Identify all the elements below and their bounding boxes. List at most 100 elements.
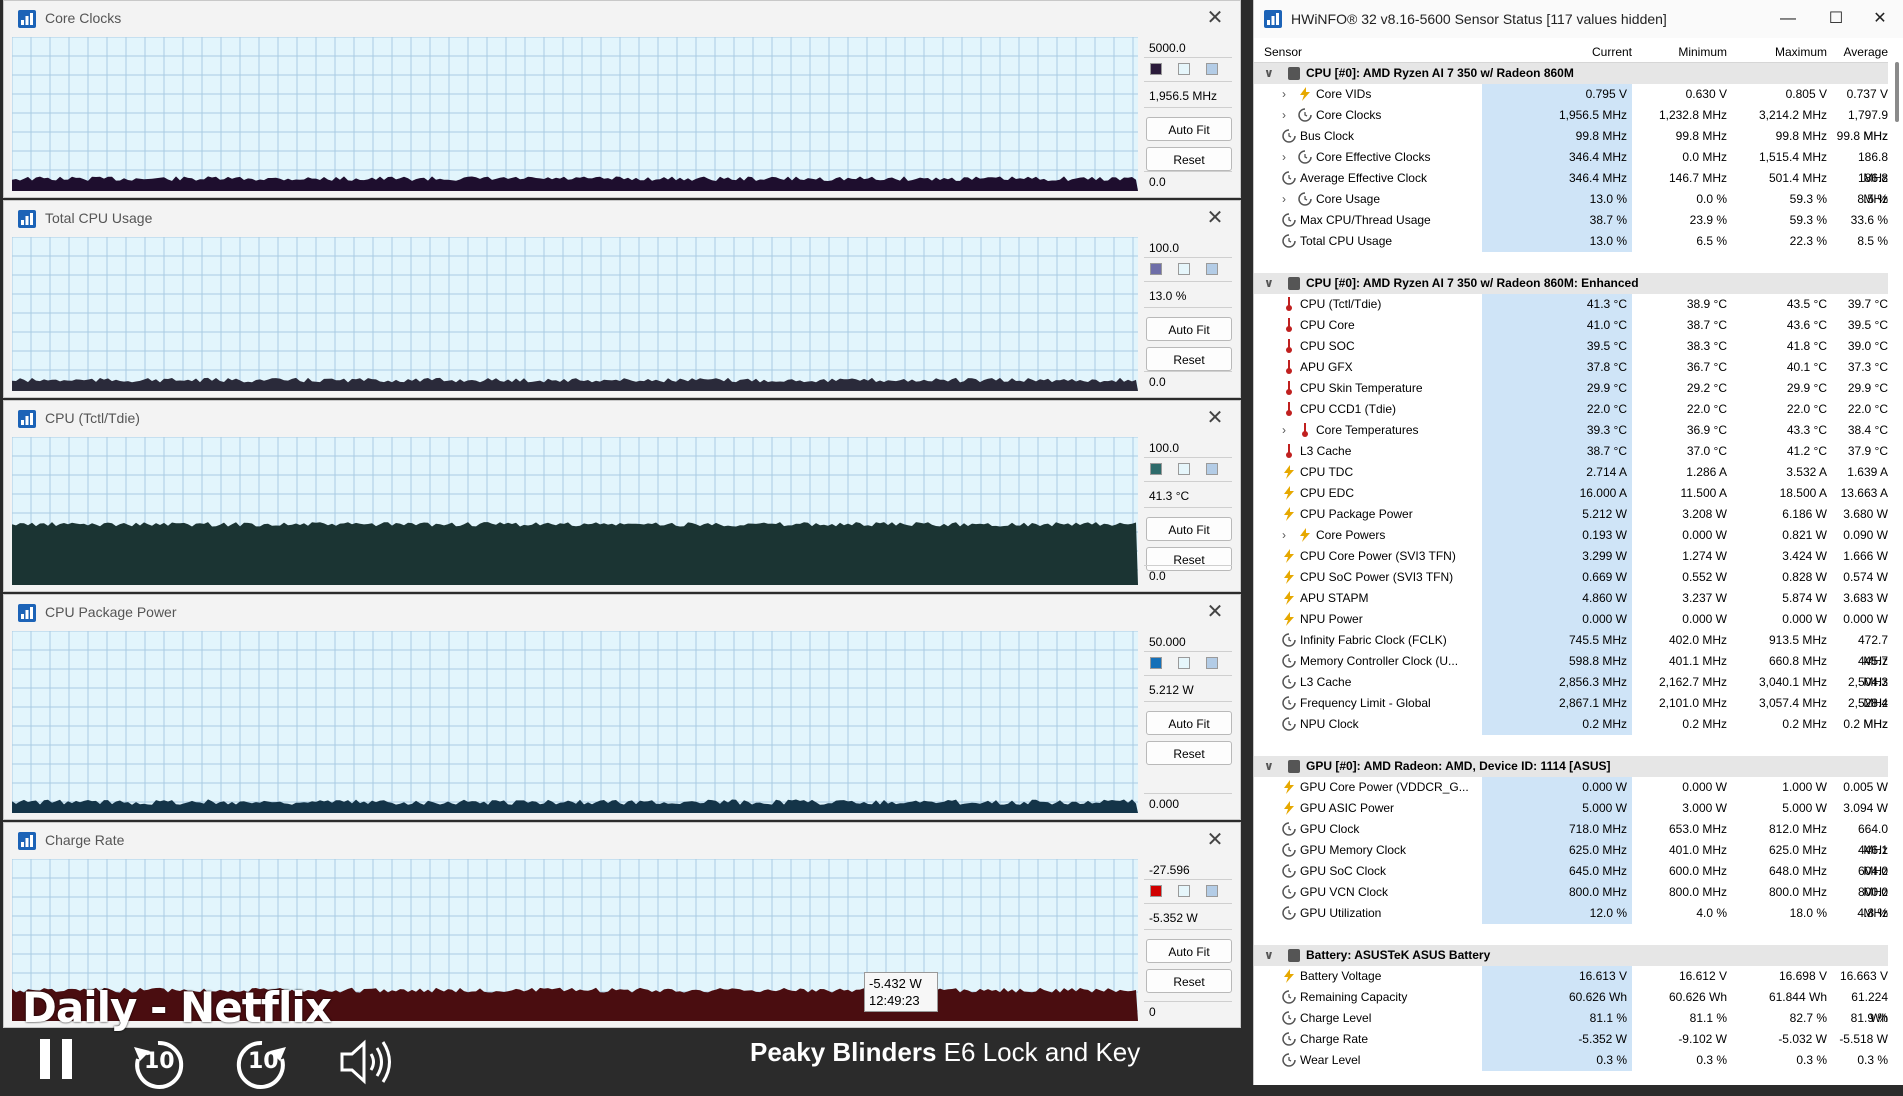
sensor-row[interactable]: Max CPU/Thread Usage 38.7 % 23.9 % 59.3 … — [1254, 210, 1888, 231]
graph-window[interactable]: Charge Rate ✕ -27.596 -5.352 W Auto Fit … — [3, 822, 1241, 1028]
sensor-row[interactable]: Wear Level 0.3 % 0.3 % 0.3 % 0.3 % — [1254, 1050, 1888, 1071]
sensor-row[interactable]: CPU Skin Temperature 29.9 °C 29.2 °C 29.… — [1254, 378, 1888, 399]
series-color-swatch[interactable] — [1150, 63, 1162, 75]
sensor-row[interactable]: GPU SoC Clock 645.0 MHz 600.0 MHz 648.0 … — [1254, 861, 1888, 899]
series-color-swatch[interactable] — [1150, 885, 1162, 897]
sensor-row[interactable]: CPU Package Power 5.212 W 3.208 W 6.186 … — [1254, 504, 1888, 525]
close-graph-button[interactable]: ✕ — [1204, 601, 1226, 623]
sensor-row[interactable]: › Core Temperatures 39.3 °C 36.9 °C 43.3… — [1254, 420, 1888, 441]
graph-plot[interactable] — [12, 37, 1138, 191]
graph-title-bar[interactable]: Total CPU Usage ✕ — [4, 201, 1240, 235]
sensor-row[interactable]: CPU Core 41.0 °C 38.7 °C 43.6 °C 39.5 °C — [1254, 315, 1888, 336]
sensor-row[interactable]: L3 Cache 2,856.3 MHz 2,162.7 MHz 3,040.1… — [1254, 672, 1888, 710]
reset-button[interactable]: Reset — [1146, 547, 1232, 571]
sensor-group-header[interactable]: ∨ GPU [#0]: AMD Radeon: AMD, Device ID: … — [1254, 756, 1888, 777]
graph-plot[interactable] — [12, 859, 1138, 1021]
sensor-row[interactable]: NPU Clock 0.2 MHz 0.2 MHz 0.2 MHz 0.2 MH… — [1254, 714, 1888, 735]
sensor-row[interactable]: Charge Rate -5.352 W -9.102 W -5.032 W -… — [1254, 1029, 1888, 1050]
sensor-row[interactable]: Infinity Fabric Clock (FCLK) 745.5 MHz 4… — [1254, 630, 1888, 668]
grid-color-swatch[interactable] — [1206, 63, 1218, 75]
grid-color-swatch[interactable] — [1206, 885, 1218, 897]
sensor-row[interactable]: › Core VIDs 0.795 V 0.630 V 0.805 V 0.73… — [1254, 84, 1888, 105]
sensor-row[interactable]: GPU Memory Clock 625.0 MHz 401.0 MHz 625… — [1254, 840, 1888, 878]
col-current[interactable]: Current — [1532, 45, 1632, 59]
volume-button[interactable] — [338, 1037, 394, 1090]
sensor-row[interactable]: CPU SoC Power (SVI3 TFN) 0.669 W 0.552 W… — [1254, 567, 1888, 588]
sensor-row[interactable]: Battery Voltage 16.613 V 16.612 V 16.698… — [1254, 966, 1888, 987]
sensor-row[interactable]: Memory Controller Clock (U... 598.8 MHz … — [1254, 651, 1888, 689]
close-button[interactable]: ✕ — [1856, 4, 1903, 34]
sensor-row[interactable]: › Core Clocks 1,956.5 MHz 1,232.8 MHz 3,… — [1254, 105, 1888, 143]
auto-fit-button[interactable]: Auto Fit — [1146, 317, 1232, 341]
expand-chevron-icon[interactable]: › — [1278, 525, 1290, 546]
graph-window[interactable]: CPU (Tctl/Tdie) ✕ 100.0 41.3 °C Auto Fit… — [3, 400, 1241, 592]
col-sensor[interactable]: Sensor — [1264, 45, 1302, 59]
scrollbar-thumb[interactable] — [1895, 62, 1899, 122]
sensor-row[interactable]: CPU (Tctl/Tdie) 41.3 °C 38.9 °C 43.5 °C … — [1254, 294, 1888, 315]
sensor-row[interactable]: Total CPU Usage 13.0 % 6.5 % 22.3 % 8.5 … — [1254, 231, 1888, 252]
col-average[interactable]: Average — [1832, 45, 1888, 59]
collapse-chevron-icon[interactable]: ∨ — [1264, 945, 1274, 966]
sensor-row[interactable]: CPU SOC 39.5 °C 38.3 °C 41.8 °C 39.0 °C — [1254, 336, 1888, 357]
sensor-list-scrollbar[interactable] — [1892, 62, 1902, 1085]
series-color-swatch[interactable] — [1150, 463, 1162, 475]
reset-button[interactable]: Reset — [1146, 969, 1232, 993]
expand-chevron-icon[interactable]: › — [1278, 147, 1290, 168]
rewind-10-button[interactable]: 10 — [130, 1037, 186, 1096]
sensor-row[interactable]: Charge Level 81.1 % 81.1 % 82.7 % 81.9 % — [1254, 1008, 1888, 1029]
background-color-swatch[interactable] — [1178, 463, 1190, 475]
graph-plot[interactable] — [12, 631, 1138, 813]
series-color-swatch[interactable] — [1150, 657, 1162, 669]
graph-title-bar[interactable]: CPU Package Power ✕ — [4, 595, 1240, 629]
sensor-group-header[interactable]: ∨ CPU [#0]: AMD Ryzen AI 7 350 w/ Radeon… — [1254, 63, 1888, 84]
col-minimum[interactable]: Minimum — [1632, 45, 1727, 59]
auto-fit-button[interactable]: Auto Fit — [1146, 117, 1232, 141]
grid-color-swatch[interactable] — [1206, 657, 1218, 669]
sensor-row[interactable]: › Core Effective Clocks 346.4 MHz 0.0 MH… — [1254, 147, 1888, 185]
close-graph-button[interactable]: ✕ — [1204, 207, 1226, 229]
sensor-row[interactable]: Frequency Limit - Global 2,867.1 MHz 2,1… — [1254, 693, 1888, 731]
sensor-row[interactable]: GPU Clock 718.0 MHz 653.0 MHz 812.0 MHz … — [1254, 819, 1888, 857]
expand-chevron-icon[interactable]: › — [1278, 420, 1290, 441]
expand-chevron-icon[interactable]: › — [1278, 105, 1290, 126]
sensor-row[interactable]: CPU Core Power (SVI3 TFN) 3.299 W 1.274 … — [1254, 546, 1888, 567]
graph-plot[interactable] — [12, 437, 1138, 585]
sensor-row[interactable]: APU STAPM 4.860 W 3.237 W 5.874 W 3.683 … — [1254, 588, 1888, 609]
reset-button[interactable]: Reset — [1146, 741, 1232, 765]
sensor-row[interactable]: GPU ASIC Power 5.000 W 3.000 W 5.000 W 3… — [1254, 798, 1888, 819]
sensor-row[interactable]: NPU Power 0.000 W 0.000 W 0.000 W 0.000 … — [1254, 609, 1888, 630]
sensor-group-header[interactable]: ∨ Battery: ASUSTeK ASUS Battery — [1254, 945, 1888, 966]
background-color-swatch[interactable] — [1178, 63, 1190, 75]
sensor-row[interactable]: Average Effective Clock 346.4 MHz 146.7 … — [1254, 168, 1888, 206]
pause-button[interactable] — [36, 1037, 80, 1084]
grid-color-swatch[interactable] — [1206, 463, 1218, 475]
sensor-row[interactable]: › Core Usage 13.0 % 0.0 % 59.3 % 8.5 % — [1254, 189, 1888, 210]
reset-button[interactable]: Reset — [1146, 347, 1232, 371]
sensor-row[interactable]: Remaining Capacity 60.626 Wh 60.626 Wh 6… — [1254, 987, 1888, 1025]
sensor-row[interactable]: GPU Core Power (VDDCR_G... 0.000 W 0.000… — [1254, 777, 1888, 798]
sensor-row[interactable]: CPU TDC 2.714 A 1.286 A 3.532 A 1.639 A — [1254, 462, 1888, 483]
sensor-column-header[interactable]: Sensor Current Minimum Maximum Average — [1254, 40, 1888, 63]
close-graph-button[interactable]: ✕ — [1204, 7, 1226, 29]
graph-title-bar[interactable]: Charge Rate ✕ — [4, 823, 1240, 857]
collapse-chevron-icon[interactable]: ∨ — [1264, 756, 1274, 777]
sensor-row[interactable]: APU GFX 37.8 °C 36.7 °C 40.1 °C 37.3 °C — [1254, 357, 1888, 378]
collapse-chevron-icon[interactable]: ∨ — [1264, 63, 1274, 84]
close-graph-button[interactable]: ✕ — [1204, 407, 1226, 429]
graph-title-bar[interactable]: Core Clocks ✕ — [4, 1, 1240, 35]
sensor-row[interactable]: Bus Clock 99.8 MHz 99.8 MHz 99.8 MHz 99.… — [1254, 126, 1888, 147]
auto-fit-button[interactable]: Auto Fit — [1146, 517, 1232, 541]
graph-window[interactable]: CPU Package Power ✕ 50.000 5.212 W Auto … — [3, 594, 1241, 820]
graph-window[interactable]: Total CPU Usage ✕ 100.0 13.0 % Auto Fit … — [3, 200, 1241, 398]
graph-plot[interactable] — [12, 237, 1138, 391]
minimize-button[interactable]: — — [1764, 4, 1812, 34]
auto-fit-button[interactable]: Auto Fit — [1146, 939, 1232, 963]
close-graph-button[interactable]: ✕ — [1204, 829, 1226, 851]
expand-chevron-icon[interactable]: › — [1278, 84, 1290, 105]
sensor-row[interactable]: CPU CCD1 (Tdie) 22.0 °C 22.0 °C 22.0 °C … — [1254, 399, 1888, 420]
background-color-swatch[interactable] — [1178, 885, 1190, 897]
reset-button[interactable]: Reset — [1146, 147, 1232, 171]
sensor-group-header[interactable]: ∨ CPU [#0]: AMD Ryzen AI 7 350 w/ Radeon… — [1254, 273, 1888, 294]
series-color-swatch[interactable] — [1150, 263, 1162, 275]
hwinfo-title-bar[interactable]: HWiNFO® 32 v8.16-5600 Sensor Status [117… — [1254, 0, 1903, 38]
